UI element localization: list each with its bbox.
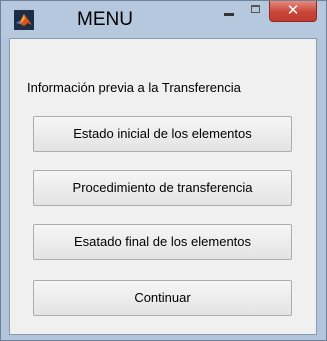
maximize-button[interactable] (243, 1, 268, 22)
title-bar[interactable]: MENU ✕ (1, 1, 326, 38)
final-state-button[interactable]: Esatado final de los elementos (33, 224, 292, 260)
close-button[interactable]: ✕ (269, 1, 317, 22)
close-icon: ✕ (286, 2, 300, 19)
continue-button[interactable]: Continuar (33, 280, 292, 316)
matlab-logo-icon (14, 10, 34, 30)
minimize-button[interactable] (216, 1, 242, 22)
window-title: MENU (77, 9, 133, 30)
transfer-procedure-button[interactable]: Procedimiento de transferencia (33, 170, 292, 206)
initial-state-button[interactable]: Estado inicial de los elementos (33, 116, 292, 152)
info-label: Información previa a la Transferencia (27, 80, 241, 95)
